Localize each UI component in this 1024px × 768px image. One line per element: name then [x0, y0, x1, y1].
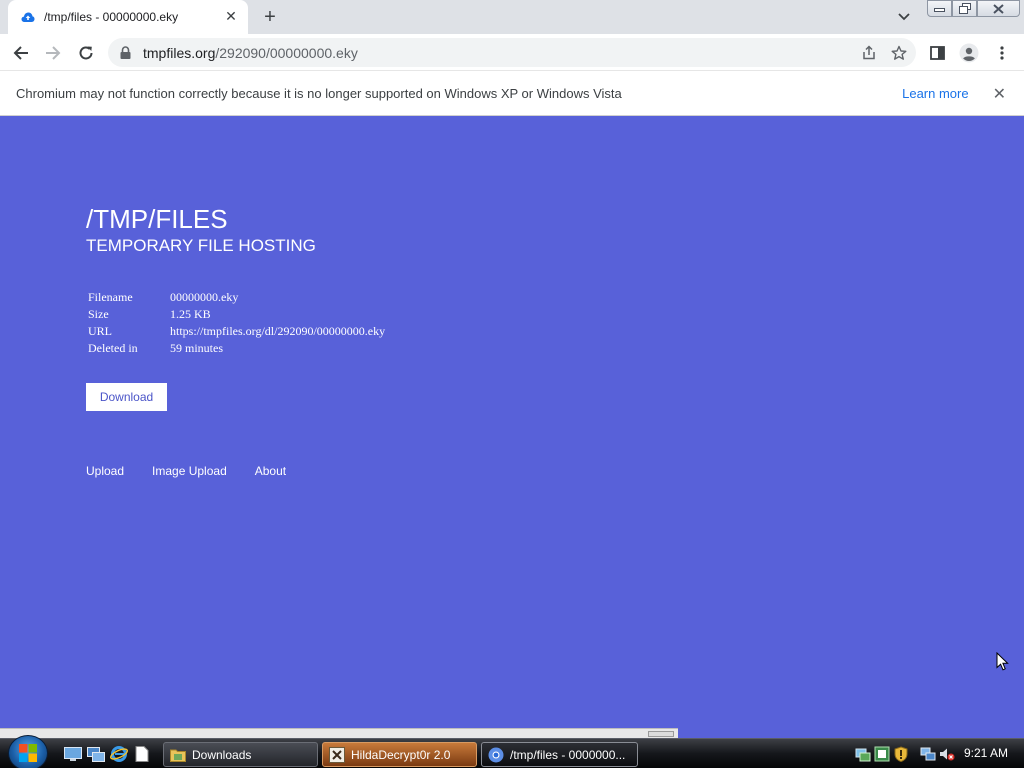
address-bar[interactable]: tmpfiles.org/292090/00000000.eky [108, 38, 916, 67]
tray-network-icon[interactable] [920, 746, 936, 762]
lock-icon [120, 46, 134, 59]
info-value: 1.25 KB [170, 307, 211, 321]
windows-logo-icon [19, 744, 37, 762]
unsupported-os-infobar: Chromium may not function correctly beca… [0, 71, 1024, 116]
file-info-row: Filename 00000000.eky [86, 289, 387, 306]
url-text: tmpfiles.org/292090/00000000.eky [143, 45, 858, 61]
file-info-row: Deleted in 59 minutes [86, 340, 387, 357]
info-key: Filename [88, 290, 133, 304]
kebab-menu-icon[interactable] [991, 42, 1013, 64]
taskbar-clock[interactable]: 9:21 AM [964, 746, 1008, 760]
mouse-cursor-icon [996, 651, 1009, 675]
app-icon [329, 746, 345, 763]
page-content: /TMP/FILES TEMPORARY FILE HOSTING Filena… [0, 116, 1024, 730]
profile-avatar-icon[interactable] [958, 42, 980, 64]
info-value: https://tmpfiles.org/dl/292090/00000000.… [170, 324, 386, 338]
infobar-message: Chromium may not function correctly beca… [16, 85, 622, 101]
folder-icon [170, 747, 186, 763]
taskbar-item-label: HildaDecrypt0r 2.0 [351, 747, 451, 762]
footer-nav: Upload Image Upload About [86, 464, 286, 478]
taskbar-item-label: /tmp/files - 0000000... [510, 747, 626, 762]
blank-document-icon[interactable] [133, 746, 151, 762]
new-tab-button[interactable]: + [258, 6, 282, 28]
info-key: Size [88, 307, 109, 321]
url-path: /292090/00000000.eky [215, 44, 358, 61]
tab-close-button[interactable]: ✕ [222, 8, 240, 26]
window-controls [927, 0, 1020, 17]
upload-link[interactable]: Upload [86, 464, 124, 478]
taskbar-item-downloads[interactable]: Downloads [163, 742, 318, 767]
taskbar-item-label: Downloads [192, 747, 252, 762]
tab-search-icon[interactable] [895, 8, 913, 26]
reload-icon[interactable] [75, 42, 97, 64]
window-close-button[interactable] [977, 0, 1020, 17]
cloud-upload-icon [21, 10, 35, 24]
site-title: /TMP/FILES [86, 204, 228, 234]
tray-volume-muted-icon[interactable] [939, 746, 955, 762]
url-host: tmpfiles.org [143, 44, 216, 61]
infobar-close-icon[interactable]: ✕ [993, 84, 1006, 103]
restore-button[interactable] [952, 0, 977, 17]
share-icon[interactable] [858, 42, 880, 64]
image-upload-link[interactable]: Image Upload [152, 464, 227, 478]
taskbar-item-hildadecryptor[interactable]: HildaDecrypt0r 2.0 [322, 742, 477, 767]
side-panel-icon[interactable] [926, 42, 948, 64]
scrollbar-grip[interactable] [648, 731, 674, 737]
start-button[interactable] [8, 735, 48, 768]
internet-explorer-icon[interactable] [110, 746, 128, 762]
site-subtitle: TEMPORARY FILE HOSTING [86, 236, 316, 255]
tab-strip: /tmp/files - 00000000.eky ✕ + [0, 0, 1024, 34]
taskbar: Downloads HildaDecrypt0r 2.0 /tmp/files … [0, 735, 1024, 768]
file-info-table: Filename 00000000.eky Size 1.25 KB URL h… [86, 289, 387, 357]
horizontal-scrollbar[interactable] [0, 728, 678, 738]
switch-windows-icon[interactable] [87, 746, 105, 762]
tray-network-sync-icon[interactable] [855, 746, 871, 762]
download-button[interactable]: Download [86, 383, 167, 411]
info-key: URL [88, 324, 112, 338]
tray-warning-shield-icon[interactable] [893, 746, 909, 762]
system-tray [855, 739, 958, 768]
minimize-button[interactable] [927, 0, 952, 17]
chromium-icon [488, 747, 504, 763]
info-value: 59 minutes [170, 341, 223, 355]
about-link[interactable]: About [255, 464, 286, 478]
show-desktop-icon[interactable] [64, 746, 82, 762]
tab-title: /tmp/files - 00000000.eky [44, 10, 179, 24]
learn-more-link[interactable]: Learn more [902, 86, 968, 101]
bookmark-star-icon[interactable] [888, 42, 910, 64]
file-info-row: Size 1.25 KB [86, 306, 387, 323]
browser-toolbar: tmpfiles.org/292090/00000000.eky [0, 34, 1024, 71]
info-value: 00000000.eky [170, 290, 239, 304]
forward-arrow-icon[interactable] [42, 42, 64, 64]
browser-tab[interactable]: /tmp/files - 00000000.eky ✕ [8, 0, 248, 34]
taskbar-item-chromium[interactable]: /tmp/files - 0000000... [481, 742, 638, 767]
back-arrow-icon[interactable] [10, 42, 32, 64]
tray-security-icon[interactable] [874, 746, 890, 762]
info-key: Deleted in [88, 341, 138, 355]
file-info-row: URL https://tmpfiles.org/dl/292090/00000… [86, 323, 387, 340]
